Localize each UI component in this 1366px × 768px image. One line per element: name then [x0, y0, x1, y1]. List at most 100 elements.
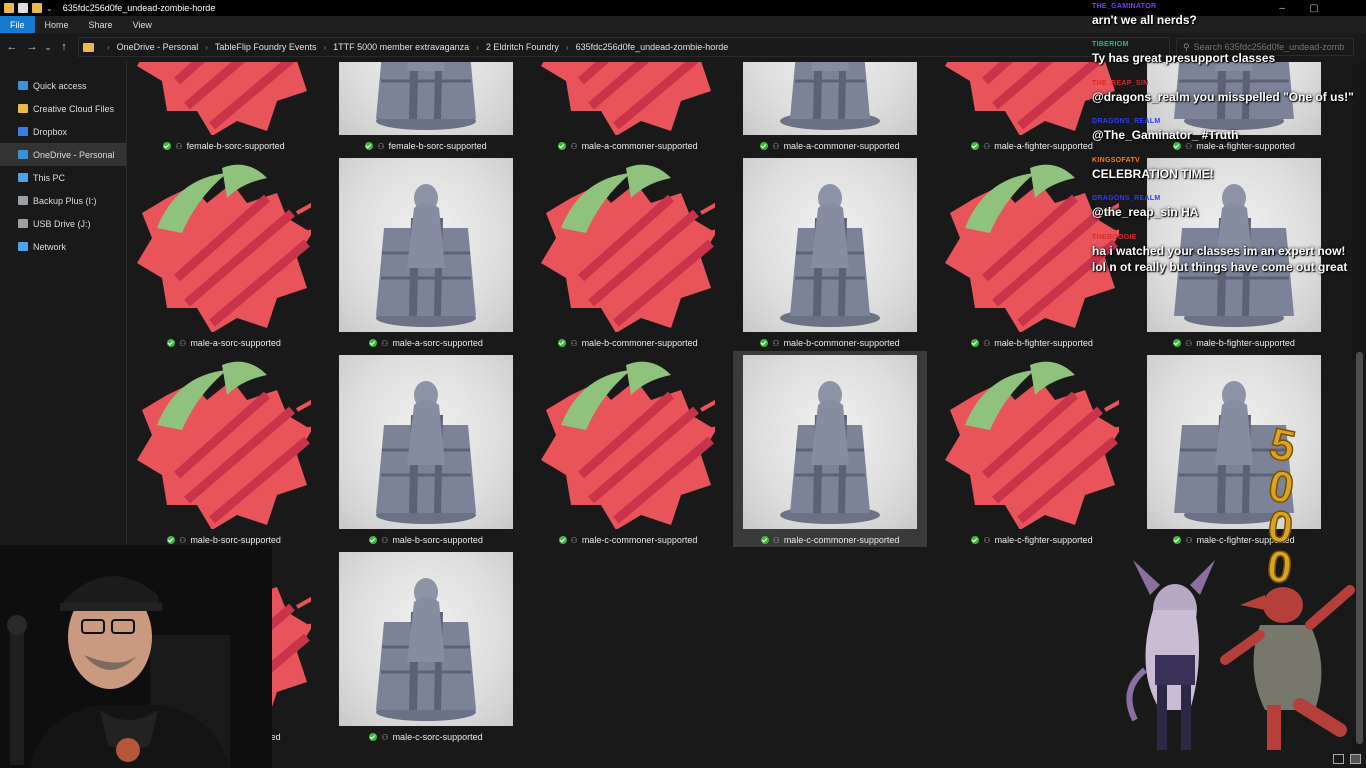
- shared-person-icon: ⚇: [772, 141, 780, 151]
- chat-username: THE_REAP_SIN: [1092, 80, 1149, 87]
- file-name: male-b-sorc-supported: [190, 535, 281, 545]
- sidebar-item-label: Backup Plus (I:): [33, 195, 97, 206]
- forward-button[interactable]: →: [22, 36, 42, 58]
- synced-check-icon: [760, 142, 769, 150]
- drive-icon: [18, 196, 28, 205]
- star-icon: [18, 81, 28, 90]
- chat-username: THE_GAMINATOR: [1092, 3, 1157, 10]
- shared-person-icon: ⚇: [179, 535, 187, 545]
- sidebar-item[interactable]: USB Drive (J:): [0, 212, 126, 235]
- breadcrumb-item[interactable]: OneDrive - Personal: [117, 42, 199, 52]
- shared-person-icon: ⚇: [381, 338, 389, 348]
- breadcrumb-separator-icon[interactable]: ›: [205, 43, 208, 52]
- sidebar-item[interactable]: Quick access: [0, 74, 126, 97]
- file-label: ⚇ male-c-commoner-supported: [531, 533, 725, 547]
- file-name: male-c-commoner-supported: [783, 535, 900, 545]
- folder-icon: [4, 3, 14, 13]
- properties-icon[interactable]: [18, 3, 28, 13]
- file-tile[interactable]: ⚇ male-c-commoner-supported: [733, 351, 927, 547]
- file-tile[interactable]: ⚇male-c-sorc-supported: [329, 548, 523, 744]
- chat-message: THE_GAMINATOR arn't we all nerds?: [1092, 3, 1360, 28]
- large-icons-view-icon[interactable]: [1350, 754, 1361, 764]
- file-tile[interactable]: ⚇ male-b-commoner-supported: [733, 154, 927, 350]
- sidebar-item[interactable]: OneDrive - Personal: [0, 143, 126, 166]
- tab-view[interactable]: View: [123, 16, 162, 33]
- file-tile[interactable]: ⚇ female-b-sorc-supported: [329, 62, 523, 153]
- chat-username: DRAGONS_REALM: [1092, 118, 1161, 125]
- chat-text: ha i watched your classes im an expert n…: [1092, 244, 1348, 274]
- file-name: male-b-fighter-supported: [1196, 338, 1295, 348]
- chat-text: @dragons_realm you misspelled "One of us…: [1092, 90, 1354, 104]
- breadcrumb-item[interactable]: 1TTF 5000 member extravaganza: [333, 42, 469, 52]
- breadcrumb-item[interactable]: 635fdc256d0fe_undead-zombie-horde: [576, 42, 729, 52]
- details-view-icon[interactable]: [1333, 754, 1344, 764]
- shared-person-icon: ⚇: [983, 141, 991, 151]
- model-thumbnail: [339, 62, 513, 135]
- file-label: ⚇ male-b-fighter-supported: [1137, 336, 1331, 350]
- sidebar-item-label: Creative Cloud Files: [33, 103, 115, 114]
- synced-check-icon: [167, 536, 176, 544]
- chat-text: @the_reap_sin HA: [1092, 205, 1199, 219]
- app-placeholder-icon: [541, 158, 722, 333]
- shared-person-icon: ⚇: [381, 535, 389, 545]
- up-button[interactable]: ↑: [54, 36, 74, 58]
- webcam-overlay: [0, 545, 272, 768]
- address-bar[interactable]: › OneDrive - Personal › TableFlip Foundry E…: [78, 37, 1170, 57]
- dropbox-icon: [18, 127, 28, 136]
- synced-check-icon: [369, 536, 378, 544]
- file-tile[interactable]: ⚇ male-b-sorc-supported: [127, 351, 321, 547]
- sidebar-item[interactable]: Network: [0, 235, 126, 258]
- breadcrumb-separator-icon[interactable]: ›: [107, 43, 110, 52]
- file-name: male-b-commoner-supported: [581, 338, 698, 348]
- model-thumbnail: [743, 158, 917, 332]
- breadcrumb-separator-icon[interactable]: ›: [476, 43, 479, 52]
- chat-username: DRAGONS_REALM: [1092, 195, 1161, 202]
- network-icon: [18, 242, 28, 251]
- tab-home[interactable]: Home: [35, 16, 79, 33]
- file-label: ⚇ male-c-commoner-supported: [733, 533, 927, 547]
- new-folder-icon[interactable]: [32, 3, 42, 13]
- breadcrumb-item[interactable]: TableFlip Foundry Events: [215, 42, 317, 52]
- shared-person-icon: ⚇: [772, 338, 780, 348]
- synced-check-icon: [760, 339, 769, 347]
- shared-person-icon: ⚇: [175, 141, 183, 151]
- synced-check-icon: [558, 339, 567, 347]
- chat-message: DRAGONS_REALM @the_reap_sin HA: [1092, 195, 1360, 220]
- shared-person-icon: ⚇: [570, 535, 578, 545]
- file-label: ⚇ female-b-sorc-supported: [127, 139, 321, 153]
- quick-access-dropdown-icon[interactable]: ⌄: [46, 4, 53, 13]
- breadcrumb-item[interactable]: 2 Eldritch Foundry: [486, 42, 559, 52]
- file-tile[interactable]: ⚇ male-a-commoner-supported: [531, 62, 725, 153]
- tab-share[interactable]: Share: [79, 16, 123, 33]
- file-tile[interactable]: ⚇ male-c-fighter-supported: [935, 351, 1129, 547]
- file-tile[interactable]: ⚇ male-b-commoner-supported: [531, 154, 725, 350]
- app-placeholder-icon: [137, 158, 318, 333]
- sidebar-item[interactable]: Backup Plus (I:): [0, 189, 126, 212]
- breadcrumb-separator-icon[interactable]: ›: [566, 43, 569, 52]
- tab-file[interactable]: File: [0, 16, 35, 33]
- file-tile[interactable]: ⚇ male-b-sorc-supported: [329, 351, 523, 547]
- file-tile[interactable]: ⚇ female-b-sorc-supported: [127, 62, 321, 153]
- file-tile[interactable]: ⚇ male-c-commoner-supported: [531, 351, 725, 547]
- synced-check-icon: [971, 142, 980, 150]
- file-name: male-b-commoner-supported: [783, 338, 900, 348]
- breadcrumb-separator-icon[interactable]: ›: [323, 43, 326, 52]
- file-tile[interactable]: ⚇ male-a-sorc-supported: [329, 154, 523, 350]
- cloud-icon: [18, 150, 28, 159]
- sidebar-item[interactable]: Creative Cloud Files: [0, 97, 126, 120]
- file-label: ⚇ male-a-sorc-supported: [329, 336, 523, 350]
- file-tile[interactable]: ⚇ male-a-commoner-supported: [733, 62, 927, 153]
- synced-check-icon: [558, 536, 567, 544]
- back-button[interactable]: ←: [2, 36, 22, 58]
- recent-locations-button[interactable]: ⌄: [42, 36, 54, 58]
- chat-message: KINGSOFATV CELEBRATION TIME!: [1092, 157, 1360, 182]
- shared-person-icon: ⚇: [570, 338, 578, 348]
- chat-text: Ty has great presupport classes: [1092, 51, 1276, 65]
- app-placeholder-icon: [137, 62, 311, 136]
- sidebar-item[interactable]: This PC: [0, 166, 126, 189]
- model-thumbnail: [339, 158, 513, 332]
- sidebar-item[interactable]: Dropbox: [0, 120, 126, 143]
- synced-check-icon: [167, 339, 176, 347]
- file-label: ⚇ male-a-commoner-supported: [733, 139, 927, 153]
- file-tile[interactable]: ⚇ male-a-sorc-supported: [127, 154, 321, 350]
